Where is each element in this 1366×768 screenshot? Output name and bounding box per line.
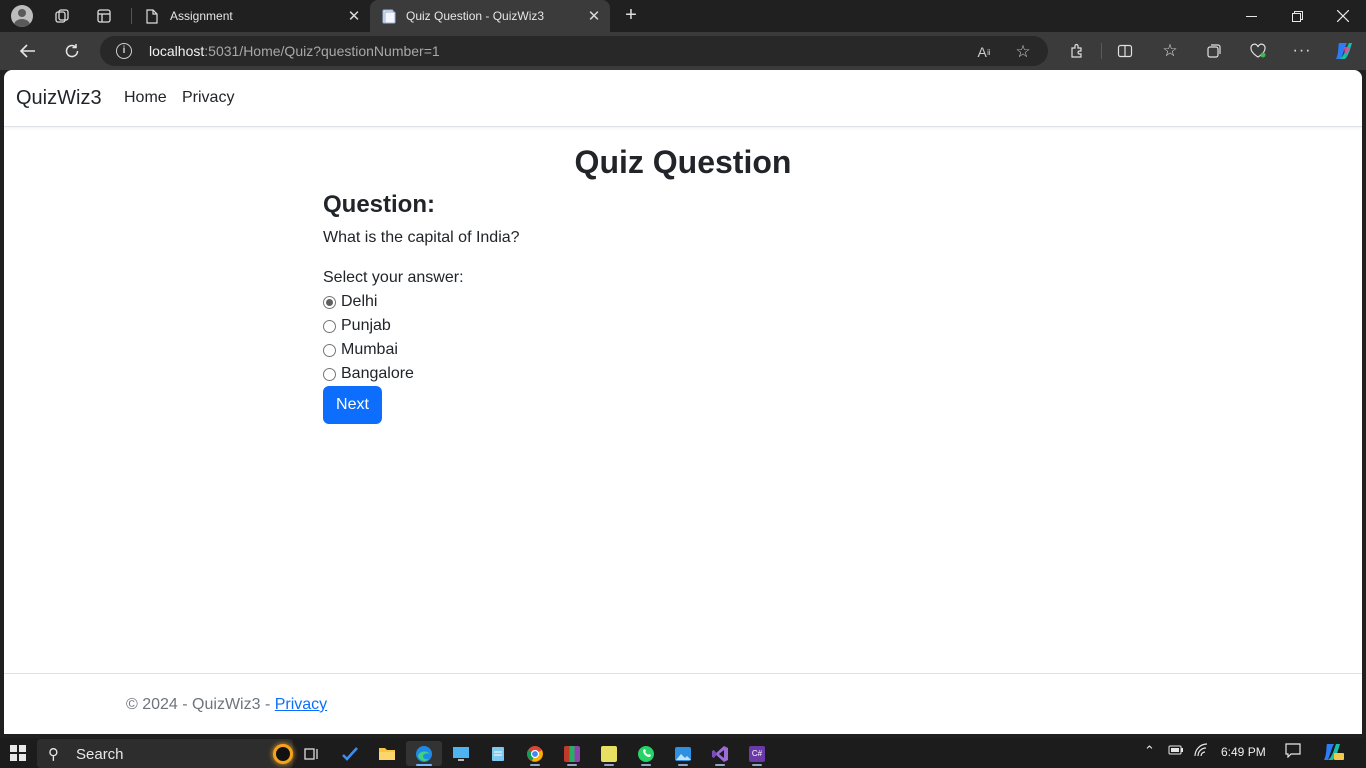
answer-prompt: Select your answer:: [323, 269, 464, 286]
close-tab-icon[interactable]: ✕: [344, 6, 364, 26]
radio-button[interactable]: [323, 343, 336, 357]
more-options-icon[interactable]: ···: [1288, 38, 1316, 64]
profile-avatar-icon[interactable]: [9, 4, 35, 28]
tab-title: Assignment: [170, 9, 233, 23]
radio-button[interactable]: [323, 319, 336, 333]
question-heading: Question:: [323, 191, 435, 218]
radio-button[interactable]: [323, 295, 336, 309]
browser-tab-strip: Assignment ✕ Quiz Question - QuizWiz3 ✕ …: [0, 0, 1366, 32]
copilot-taskbar-icon[interactable]: [1322, 743, 1344, 764]
close-window-icon[interactable]: [1320, 0, 1366, 32]
minimize-icon[interactable]: [1228, 0, 1274, 32]
nav-link-home[interactable]: Home: [124, 89, 167, 107]
favorite-star-icon[interactable]: ☆: [1012, 41, 1034, 63]
footer-privacy-link[interactable]: Privacy: [275, 696, 327, 713]
option-label: Bangalore: [341, 365, 414, 382]
photos-icon[interactable]: [665, 741, 701, 766]
read-aloud-icon[interactable]: Aⅱ: [973, 41, 995, 63]
file-explorer-icon[interactable]: [369, 741, 405, 766]
tab-quiz-question[interactable]: Quiz Question - QuizWiz3 ✕: [370, 0, 610, 32]
navbar-brand[interactable]: QuizWiz3: [16, 87, 102, 110]
whatsapp-icon[interactable]: [628, 741, 664, 766]
site-navbar: QuizWiz3 Home Privacy: [4, 70, 1362, 127]
page-icon: [146, 8, 160, 24]
windows-taskbar: ⚲ Search C# ⌃ 6:49 PM: [0, 738, 1366, 768]
restore-icon[interactable]: [1274, 0, 1320, 32]
new-tab-plus-icon[interactable]: +: [620, 5, 642, 27]
csharp-devkit-icon[interactable]: C#: [739, 741, 775, 766]
favorites-icon[interactable]: ☆: [1156, 38, 1184, 64]
url-text[interactable]: localhost:5031/Home/Quiz?questionNumber=…: [149, 43, 440, 59]
workspaces-icon[interactable]: [49, 4, 75, 28]
task-view-icon[interactable]: [294, 741, 330, 766]
site-footer: © 2024 - QuizWiz3 - Privacy: [4, 673, 1362, 734]
tab-divider: [131, 8, 132, 24]
page-title: Quiz Question: [574, 144, 792, 180]
chrome-icon[interactable]: [517, 741, 553, 766]
taskbar-clock[interactable]: 6:49 PM: [1221, 745, 1266, 759]
answer-option-delhi[interactable]: Delhi: [323, 291, 377, 313]
windows-start-icon[interactable]: [10, 745, 26, 761]
remote-desktop-icon[interactable]: [443, 741, 479, 766]
option-label: Mumbai: [341, 341, 398, 358]
answer-option-mumbai[interactable]: Mumbai: [323, 339, 398, 361]
notifications-icon[interactable]: [1285, 743, 1301, 761]
answer-option-bangalore[interactable]: Bangalore: [323, 363, 414, 385]
winrar-icon[interactable]: [554, 741, 590, 766]
browser-essentials-icon[interactable]: [1244, 38, 1272, 64]
refresh-icon[interactable]: [58, 38, 86, 64]
search-highlight-eclipse-icon: [273, 744, 293, 764]
document-icon: [382, 8, 396, 24]
back-arrow-icon[interactable]: [14, 38, 42, 64]
notepad-icon[interactable]: [480, 741, 516, 766]
wifi-icon[interactable]: [1193, 743, 1209, 760]
search-label: Search: [76, 746, 124, 763]
question-text: What is the capital of India?: [323, 229, 520, 246]
close-tab-icon[interactable]: ✕: [584, 6, 604, 26]
edge-browser-icon[interactable]: [406, 741, 442, 766]
search-icon: ⚲: [48, 746, 59, 763]
extensions-icon[interactable]: [1063, 38, 1091, 64]
battery-icon[interactable]: [1168, 743, 1184, 760]
tab-title: Quiz Question - QuizWiz3: [406, 9, 545, 23]
split-screen-icon[interactable]: [1111, 38, 1139, 64]
next-button[interactable]: Next: [323, 386, 382, 424]
todo-check-icon[interactable]: [332, 741, 368, 766]
visual-studio-icon[interactable]: [702, 741, 738, 766]
show-hidden-icons-chevron-icon[interactable]: ⌃: [1144, 743, 1155, 759]
copilot-icon[interactable]: [1330, 38, 1358, 64]
option-label: Delhi: [341, 293, 378, 310]
collections-icon[interactable]: [1200, 38, 1228, 64]
browser-toolbar: i localhost:5031/Home/Quiz?questionNumbe…: [0, 32, 1366, 70]
radio-button[interactable]: [323, 367, 336, 381]
taskbar-search-box[interactable]: ⚲ Search: [37, 739, 293, 768]
footer-copyright: © 2024 - QuizWiz3 - Privacy: [126, 696, 328, 713]
address-bar[interactable]: i localhost:5031/Home/Quiz?questionNumbe…: [100, 36, 1048, 66]
tab-actions-icon[interactable]: [91, 4, 117, 28]
sticky-notes-icon[interactable]: [591, 741, 627, 766]
toolbar-divider: [1101, 43, 1102, 59]
nav-link-privacy[interactable]: Privacy: [182, 89, 234, 107]
page-viewport: QuizWiz3 Home Privacy Quiz Question Ques…: [4, 70, 1362, 734]
site-info-icon[interactable]: i: [116, 43, 132, 59]
tab-assignment[interactable]: Assignment ✕: [134, 0, 370, 32]
answer-option-punjab[interactable]: Punjab: [323, 315, 391, 337]
option-label: Punjab: [341, 317, 391, 334]
